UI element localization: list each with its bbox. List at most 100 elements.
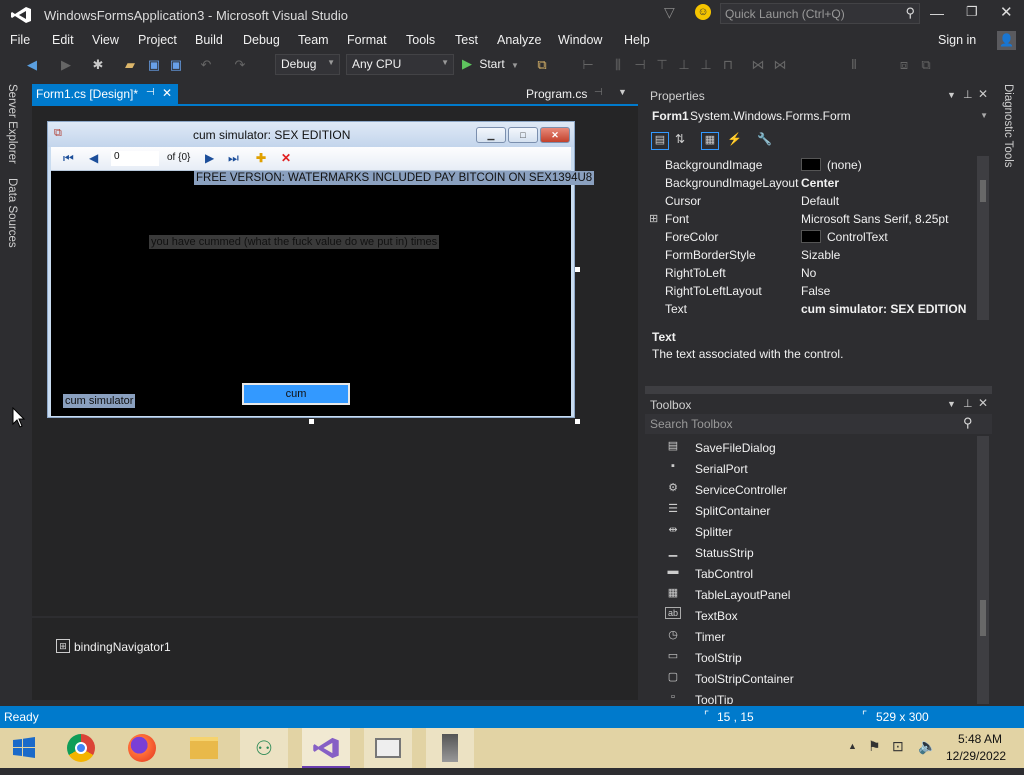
align-tops-icon[interactable]: ⊤ — [654, 57, 670, 73]
menu-tools[interactable]: Tools — [406, 33, 435, 47]
visual-studio-taskbar-icon[interactable] — [302, 728, 350, 768]
delete-icon[interactable]: ✕ — [281, 151, 291, 165]
properties-icon[interactable]: ▦ — [701, 132, 719, 150]
close-icon[interactable]: ✕ — [978, 396, 988, 410]
property-row[interactable]: BackgroundImageLayout Center — [645, 174, 975, 192]
redo-icon[interactable]: ↷ — [232, 57, 248, 73]
menu-help[interactable]: Help — [624, 33, 650, 47]
scrollbar-thumb[interactable] — [980, 600, 986, 636]
app-window-icon[interactable] — [364, 728, 412, 768]
filter-icon[interactable]: ▽ — [664, 4, 675, 21]
save-all-icon[interactable]: ▣ — [168, 57, 184, 73]
save-icon[interactable]: ▣ — [146, 57, 162, 73]
tab-overflow-icon[interactable]: ▼ — [618, 87, 627, 97]
watermark-label[interactable]: FREE VERSION: WATERMARKS INCLUDED PAY BI… — [194, 171, 595, 185]
pin-icon[interactable]: ⊣ — [594, 87, 603, 98]
platform-select[interactable]: Any CPU ▼ — [346, 54, 454, 75]
binding-navigator-strip[interactable]: ⏮ ◀ 0 of {0} ▶ ⏭ ✚ ✕ — [51, 147, 571, 171]
tab-program-cs[interactable]: Program.cs ⊣ ▼ — [522, 84, 640, 104]
property-row[interactable]: BackgroundImage (none) — [645, 156, 975, 174]
menu-test[interactable]: Test — [455, 33, 478, 47]
property-row-selected[interactable]: Text cum simulator: SEX EDITION — [645, 300, 975, 318]
navigate-back-icon[interactable]: ◀ — [24, 57, 40, 73]
flag-icon[interactable]: ⚑ — [868, 738, 881, 755]
align-centers-icon[interactable]: ⫼ — [610, 57, 626, 73]
toolbox-menu-icon[interactable]: ▼ — [947, 399, 956, 409]
volume-icon[interactable]: 🔈 — [918, 737, 937, 755]
panel-splitter[interactable] — [645, 386, 992, 394]
server-app-icon[interactable] — [426, 728, 474, 768]
minimize-button[interactable]: — — [930, 5, 944, 21]
start-button[interactable]: ▶ Start ▼ — [462, 56, 519, 74]
account-avatar-icon[interactable]: 👤 — [997, 31, 1016, 50]
align-lefts-icon[interactable]: ⊢ — [580, 57, 596, 73]
menu-debug[interactable]: Debug — [243, 33, 280, 47]
cum-button[interactable]: cum — [242, 383, 350, 405]
property-scrollbar[interactable] — [977, 156, 989, 320]
windows-start-icon[interactable] — [0, 728, 48, 768]
chrome-icon[interactable] — [57, 728, 105, 768]
close-icon[interactable]: ✕ — [978, 87, 988, 101]
menu-team[interactable]: Team — [298, 33, 329, 47]
vertical-spacing-icon[interactable]: ⋈ — [772, 57, 788, 73]
properties-menu-icon[interactable]: ▼ — [947, 90, 956, 100]
undo-icon[interactable]: ↶ — [198, 57, 214, 73]
property-row[interactable]: FormBorderStyle Sizable — [645, 246, 975, 264]
server-explorer-tab[interactable]: Server Explorer — [6, 84, 18, 164]
binding-navigator-component[interactable]: bindingNavigator1 — [74, 640, 171, 654]
open-file-icon[interactable]: ▰ — [122, 57, 138, 73]
data-sources-tab[interactable]: Data Sources — [6, 178, 18, 248]
layout-toolbar-icon[interactable]: ⧉ — [534, 57, 550, 73]
menu-file[interactable]: File — [10, 33, 30, 47]
show-hidden-icons-icon[interactable]: ▲ — [848, 741, 857, 751]
property-row[interactable]: ⊞ Font Microsoft Sans Serif, 8.25pt — [645, 210, 975, 228]
sign-in-link[interactable]: Sign in — [938, 33, 976, 47]
move-previous-icon[interactable]: ◀ — [89, 151, 98, 165]
resize-handle-corner[interactable] — [575, 419, 580, 424]
component-tray[interactable]: ⊞ bindingNavigator1 — [32, 618, 638, 700]
pin-icon[interactable]: ⊥ — [963, 88, 973, 101]
horizontal-spacing-icon[interactable]: ⋈ — [750, 57, 766, 73]
events-icon[interactable]: ⚡ — [727, 132, 742, 146]
object-selector[interactable]: Form1 System.Windows.Forms.Form ▼ — [645, 106, 992, 126]
make-same-width-icon[interactable]: ⊓ — [720, 57, 736, 73]
feedback-smiley-icon[interactable]: ☺ — [695, 4, 711, 20]
scrollbar-thumb[interactable] — [980, 180, 986, 202]
menu-view[interactable]: View — [92, 33, 119, 47]
resize-handle-right[interactable] — [575, 267, 580, 272]
align-middles-icon[interactable]: ⊥ — [676, 57, 692, 73]
resize-handle-bottom[interactable] — [309, 419, 314, 424]
alphabetical-icon[interactable]: ⇅ — [675, 132, 685, 146]
app-name-label[interactable]: cum simulator — [63, 394, 136, 408]
menu-edit[interactable]: Edit — [52, 33, 74, 47]
categorized-icon[interactable]: ▤ — [651, 132, 669, 150]
menu-project[interactable]: Project — [138, 33, 177, 47]
pin-icon[interactable]: ⊥ — [963, 397, 973, 410]
property-row[interactable]: Cursor Default — [645, 192, 975, 210]
close-button[interactable]: ✕ — [1000, 3, 1013, 21]
maximize-button[interactable]: ❐ — [966, 4, 978, 20]
add-new-icon[interactable]: ✚ — [256, 151, 266, 165]
cum-count-label[interactable]: you have cummed (what the fuck value do … — [149, 235, 440, 249]
position-input[interactable]: 0 — [111, 151, 159, 166]
center-horizontally-icon[interactable]: ⫴ — [846, 57, 862, 73]
network-app-icon[interactable]: ⚇ — [240, 728, 288, 768]
navigate-forward-icon[interactable]: ▶ — [58, 57, 74, 73]
form-client-area[interactable]: FREE VERSION: WATERMARKS INCLUDED PAY BI… — [51, 171, 595, 416]
move-first-icon[interactable]: ⏮ — [63, 151, 74, 165]
menu-analyze[interactable]: Analyze — [497, 33, 541, 47]
file-explorer-icon[interactable] — [180, 728, 228, 768]
align-bottoms-icon[interactable]: ⊥ — [698, 57, 714, 73]
network-icon[interactable]: ⊡ — [892, 738, 904, 755]
property-row[interactable]: ForeColor ControlText — [645, 228, 975, 246]
move-next-icon[interactable]: ▶ — [205, 151, 214, 165]
property-row[interactable]: RightToLeft No — [645, 264, 975, 282]
toolbox-search-input[interactable]: Search Toolbox ⚲ — [645, 414, 992, 434]
expand-icon[interactable]: ⊞ — [649, 212, 658, 225]
bring-to-front-icon[interactable]: ⧈ — [896, 57, 912, 73]
menu-format[interactable]: Format — [347, 33, 387, 47]
solution-config-select[interactable]: Debug ▼ — [275, 54, 340, 75]
move-last-icon[interactable]: ⏭ — [228, 151, 239, 165]
close-tab-icon[interactable]: ✕ — [162, 86, 172, 100]
property-row[interactable]: RightToLeftLayout False — [645, 282, 975, 300]
